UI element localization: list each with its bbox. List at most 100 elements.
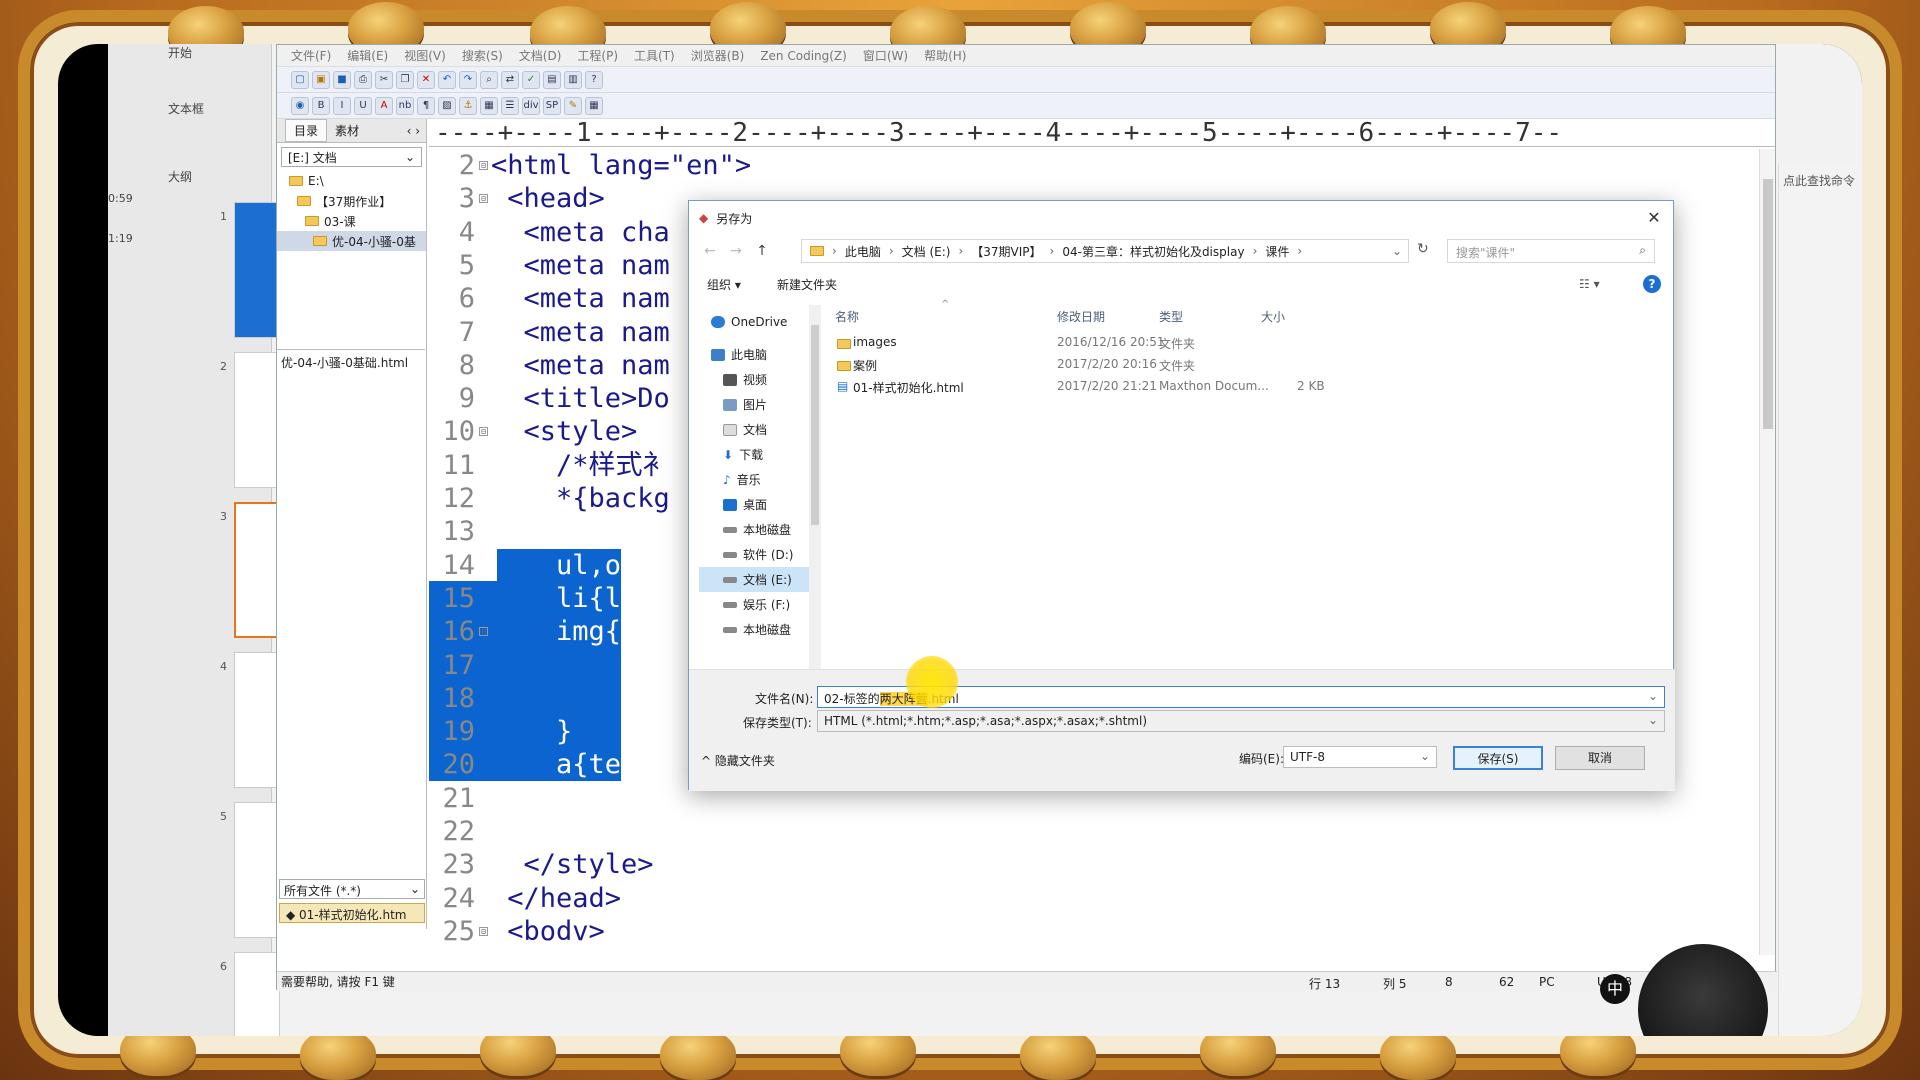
tree-file-item[interactable]: 优-04-小骚-0基础.html xyxy=(281,354,421,371)
find-icon[interactable]: ⌕ xyxy=(480,70,498,89)
fold-toggle-icon[interactable]: ⊟ xyxy=(479,627,488,637)
slide-thumbnail-selected[interactable] xyxy=(234,502,280,638)
code-line[interactable]: <head> xyxy=(491,182,605,215)
code-line[interactable]: img{ xyxy=(491,615,621,648)
code-line[interactable]: <style> xyxy=(491,415,638,448)
fold-toggle-icon[interactable]: ⊟ xyxy=(479,427,488,437)
menu-tools[interactable]: 工具(T) xyxy=(628,47,681,64)
nbsp-icon[interactable]: nb xyxy=(396,96,414,115)
slide-thumbnail[interactable] xyxy=(234,802,280,938)
bold-icon[interactable]: B xyxy=(312,96,330,115)
open-document-tab[interactable]: ◆ 01-样式初始化.htm xyxy=(279,903,425,923)
list-icon[interactable]: ☰ xyxy=(501,96,519,115)
file-row[interactable]: ▤ 01-样式初始化.html 2017/2/20 21:21 Maxthon … xyxy=(829,375,1665,397)
organize-button[interactable]: 组织 ▾ xyxy=(707,276,741,293)
back-arrow-icon[interactable]: ← xyxy=(697,243,723,259)
tree-item[interactable]: 03-课 xyxy=(277,211,426,231)
scrollbar-thumb[interactable] xyxy=(1763,179,1773,429)
check-icon[interactable]: ✓ xyxy=(522,70,540,89)
ime-indicator[interactable]: 中 xyxy=(1600,974,1630,1004)
breadcrumb-item[interactable]: 此电脑 xyxy=(845,243,881,260)
undo-icon[interactable]: ↶ xyxy=(438,70,456,89)
code-line[interactable]: <meta cha xyxy=(491,216,670,249)
nav-item-drive-e[interactable]: 文档 (E:) xyxy=(699,567,809,592)
italic-icon[interactable]: I xyxy=(333,96,351,115)
editor-scrollbar[interactable] xyxy=(1759,149,1775,955)
drive-select[interactable]: [E:] 文档 ⌄ xyxy=(281,147,422,167)
code-line[interactable]: <meta nam xyxy=(491,349,670,382)
forward-arrow-icon[interactable]: → xyxy=(723,243,749,259)
globe-icon[interactable]: ◉ xyxy=(291,96,309,115)
nav-item-downloads[interactable]: ⬇ 下载 xyxy=(699,442,809,467)
menu-window[interactable]: 窗口(W) xyxy=(857,47,914,64)
menu-view[interactable]: 视图(V) xyxy=(398,47,452,64)
menu-zen-coding[interactable]: Zen Coding(Z) xyxy=(754,49,853,63)
nav-scrollbar[interactable] xyxy=(809,305,821,669)
window-icon[interactable]: ▥ xyxy=(564,70,582,89)
menu-help[interactable]: 帮助(H) xyxy=(918,47,972,64)
nav-item-documents[interactable]: 文档 xyxy=(699,417,809,442)
font-color-icon[interactable]: A xyxy=(375,96,393,115)
replace-icon[interactable]: ⇄ xyxy=(501,70,519,89)
column-size[interactable]: 大小 xyxy=(1261,308,1285,325)
cancel-button[interactable]: 取消 xyxy=(1555,746,1645,770)
tree-item-selected[interactable]: 优-04-小骚-0基 xyxy=(277,231,426,251)
code-line[interactable]: } xyxy=(491,715,572,748)
hide-folders-toggle[interactable]: ^ 隐藏文件夹 xyxy=(701,752,775,769)
menu-project[interactable]: 工程(P) xyxy=(571,47,624,64)
menu-search[interactable]: 搜索(S) xyxy=(456,47,509,64)
tree-item[interactable]: E:\ xyxy=(277,171,426,191)
nav-item-desktop[interactable]: 桌面 xyxy=(699,492,809,517)
grid-icon[interactable]: ▦ xyxy=(585,96,603,115)
search-input[interactable]: 搜索"课件" ⌕ xyxy=(1447,239,1655,263)
code-line[interactable]: <meta nam xyxy=(491,282,670,315)
help-icon[interactable]: ? xyxy=(1643,275,1661,293)
code-line[interactable]: </head> xyxy=(491,882,621,915)
open-folder-icon[interactable]: ▣ xyxy=(312,70,330,89)
scrollbar-thumb[interactable] xyxy=(811,325,819,525)
breadcrumb-item[interactable]: 文档 (E:) xyxy=(902,243,951,260)
nav-item-pictures[interactable]: 图片 xyxy=(699,392,809,417)
layout-icon[interactable]: ▤ xyxy=(543,70,561,89)
nav-item-local-disk[interactable]: 本地磁盘 xyxy=(699,517,809,542)
code-line[interactable]: bor xyxy=(491,682,670,715)
redo-icon[interactable]: ↷ xyxy=(459,70,477,89)
breadcrumb-item[interactable]: 04-第三章：样式初始化及display xyxy=(1062,243,1244,260)
new-file-icon[interactable]: ▢ xyxy=(291,70,309,89)
nav-item-this-pc[interactable]: 此电脑 xyxy=(699,342,809,367)
code-line[interactable]: a{text- xyxy=(491,748,670,781)
code-line[interactable]: li{list xyxy=(491,582,670,615)
pencil-icon[interactable]: ✎ xyxy=(564,96,582,115)
refresh-icon[interactable]: ↻ xyxy=(1417,241,1429,257)
tree-nav-arrows-icon[interactable]: ‹ › xyxy=(407,124,420,138)
print-icon[interactable]: ⎙ xyxy=(354,70,372,89)
code-line[interactable]: dis xyxy=(491,649,670,682)
menu-browser[interactable]: 浏览器(B) xyxy=(685,47,751,64)
ppt-textbox-button[interactable]: 文本框 xyxy=(168,100,204,117)
nav-item-local-disk[interactable]: 本地磁盘 xyxy=(699,617,809,642)
anchor-icon[interactable]: ⚓ xyxy=(459,96,477,115)
address-bar[interactable]: › 此电脑 › 文档 (E:) › 【37期VIP】 › 04-第三章：样式初始… xyxy=(801,239,1409,263)
cut-icon[interactable]: ✂ xyxy=(375,70,393,89)
code-line[interactable]: </style> xyxy=(491,848,654,881)
menu-file[interactable]: 文件(F) xyxy=(285,47,337,64)
up-arrow-icon[interactable]: ↑ xyxy=(749,243,775,259)
code-line[interactable]: body,h1 xyxy=(491,515,670,548)
slide-thumbnail[interactable] xyxy=(234,952,280,1036)
breadcrumb-item[interactable]: 【37期VIP】 xyxy=(971,243,1041,260)
command-search-hint[interactable]: 点此查找命令 xyxy=(1783,172,1862,189)
tree-item[interactable]: 【37期作业】 xyxy=(277,191,426,211)
fold-toggle-icon[interactable]: ⊟ xyxy=(479,161,488,170)
ppt-outline-tab[interactable]: 大纲 xyxy=(168,168,192,185)
chevron-down-icon[interactable]: ⌄ xyxy=(1648,689,1658,703)
breadcrumb-item[interactable]: 课件 xyxy=(1265,243,1289,260)
slide-thumbnail[interactable] xyxy=(234,652,280,788)
file-row[interactable]: images 2016/12/16 20:51 文件夹 xyxy=(829,331,1665,353)
delete-icon[interactable]: ✕ xyxy=(417,70,435,89)
fold-toggle-icon[interactable]: ⊟ xyxy=(479,926,488,936)
code-line[interactable]: <meta nam xyxy=(491,316,670,349)
code-line[interactable]: <meta nam xyxy=(491,249,670,282)
code-line[interactable]: <html lang="en"> xyxy=(491,149,751,182)
paragraph-icon[interactable]: ¶ xyxy=(417,96,435,115)
code-line[interactable]: <title>Do xyxy=(491,382,670,415)
